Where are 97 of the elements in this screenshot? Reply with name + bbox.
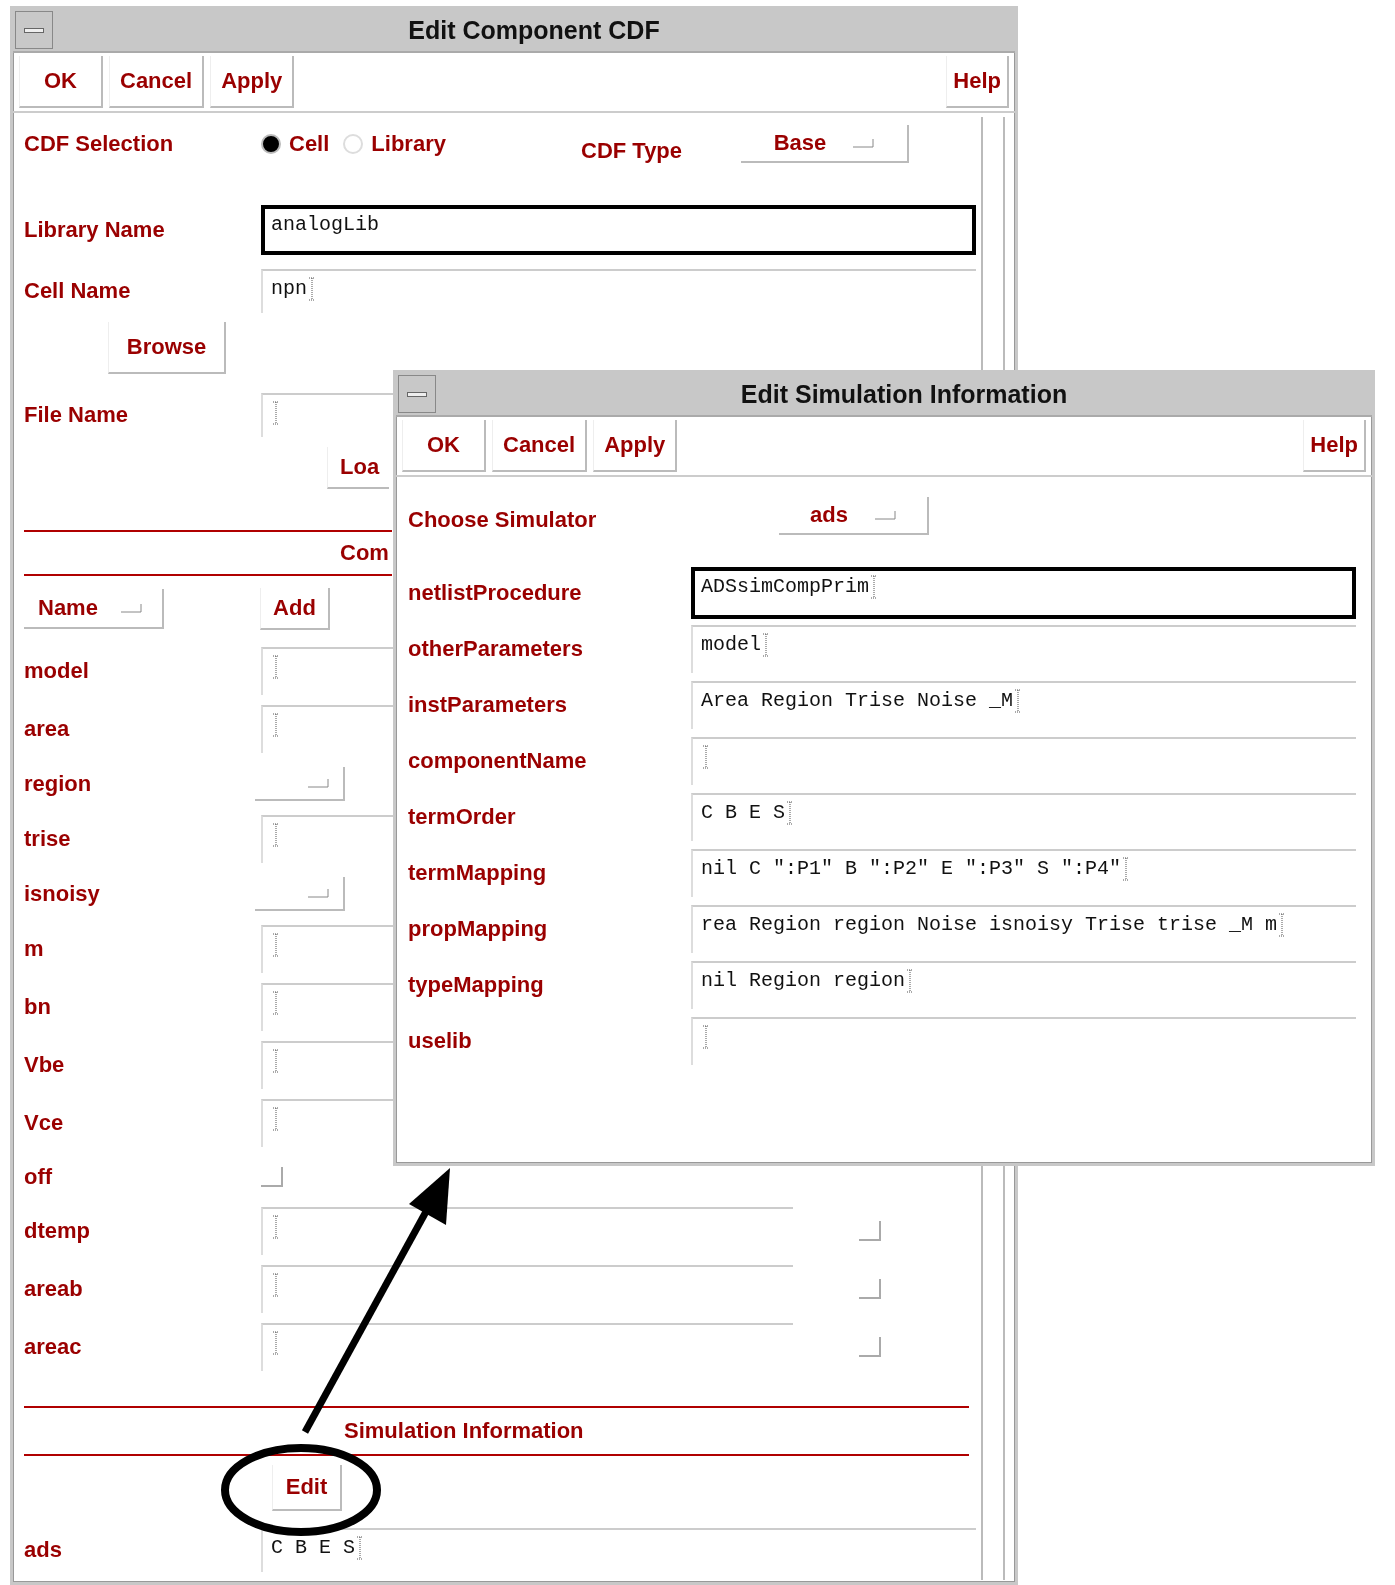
dropdown-indicator-icon bbox=[119, 603, 142, 613]
parameter-label: m bbox=[24, 936, 45, 962]
text-cursor-icon bbox=[1122, 857, 1131, 881]
text-cursor-icon bbox=[272, 1107, 280, 1131]
dropdown-indicator-icon bbox=[852, 138, 875, 148]
field-label: Library Name bbox=[24, 217, 166, 243]
text-field[interactable]: rea Region region Noise isnoisy Trise trise _M m bbox=[691, 905, 1356, 953]
field-label: propMapping bbox=[408, 916, 549, 942]
text-field[interactable]: nil C ":P1" B ":P2" E ":P3" S ":P4" bbox=[691, 849, 1356, 897]
text-cursor-icon bbox=[272, 823, 280, 847]
radio-option[interactable]: Cell bbox=[261, 131, 330, 157]
dropdown-indicator-icon bbox=[307, 888, 329, 898]
field-label: typeMapping bbox=[408, 972, 545, 998]
parameter-label: model bbox=[24, 658, 90, 684]
field-label: componentName bbox=[408, 748, 588, 774]
text-field[interactable]: Area Region Trise Noise _M bbox=[691, 681, 1356, 729]
checkbox[interactable] bbox=[859, 1279, 881, 1299]
text-cursor-icon bbox=[702, 1025, 710, 1049]
parameter-label: isnoisy bbox=[24, 881, 101, 907]
edit-button[interactable]: Edit bbox=[272, 1465, 342, 1511]
browse-button[interactable]: Browse bbox=[108, 322, 226, 374]
text-field[interactable]: analogLib bbox=[261, 205, 976, 255]
text-field[interactable] bbox=[261, 1265, 793, 1313]
field-label: CDF Type bbox=[581, 138, 684, 164]
field-label: termOrder bbox=[408, 804, 517, 830]
simulator-label: ads bbox=[24, 1537, 63, 1563]
field-label: netlistProcedure bbox=[408, 580, 583, 606]
dropdown-indicator-icon bbox=[873, 510, 896, 520]
field-label: otherParameters bbox=[408, 636, 584, 662]
parameter-label: Vce bbox=[24, 1110, 65, 1136]
text-cursor-icon bbox=[1014, 689, 1023, 713]
parameter-label: Vbe bbox=[24, 1052, 66, 1078]
dialog-button[interactable]: OK bbox=[402, 420, 486, 472]
text-cursor-icon bbox=[272, 1331, 280, 1355]
text-cursor-icon bbox=[272, 655, 280, 679]
parameter-label: bn bbox=[24, 994, 52, 1020]
window-title: Edit Simulation Information bbox=[740, 379, 1068, 409]
text-field[interactable]: npn bbox=[261, 269, 976, 313]
text-field[interactable]: C B E S bbox=[691, 793, 1356, 841]
text-field[interactable]: ADSsimCompPrim bbox=[691, 567, 1356, 619]
text-field[interactable] bbox=[691, 1017, 1356, 1065]
text-cursor-icon bbox=[308, 277, 316, 301]
text-field[interactable]: model bbox=[691, 625, 1356, 673]
text-cursor-icon bbox=[1278, 913, 1287, 937]
text-cursor-icon bbox=[272, 991, 280, 1015]
dialog-button[interactable]: Apply bbox=[210, 56, 295, 108]
parameter-label: area bbox=[24, 716, 71, 742]
window-menu-button[interactable] bbox=[398, 375, 436, 413]
text-cursor-icon bbox=[786, 801, 794, 825]
text-field[interactable] bbox=[691, 737, 1356, 785]
dialog-button[interactable]: Cancel bbox=[109, 56, 205, 108]
add-button[interactable]: Add bbox=[260, 588, 330, 630]
field-label: Cell Name bbox=[24, 278, 132, 304]
section-heading: Simulation Information bbox=[344, 1418, 584, 1444]
text-cursor-icon bbox=[702, 745, 710, 769]
window-title: Edit Component CDF bbox=[408, 15, 660, 45]
text-field[interactable]: C B E S bbox=[261, 1528, 976, 1572]
text-cursor-icon bbox=[906, 969, 915, 993]
text-cursor-icon bbox=[272, 1273, 280, 1297]
field-label: CDF Selection bbox=[24, 131, 175, 157]
sort-dropdown[interactable]: Name bbox=[24, 589, 164, 629]
text-cursor-icon bbox=[272, 1215, 280, 1239]
text-cursor-icon bbox=[272, 713, 280, 737]
load-button[interactable]: Loa bbox=[327, 447, 389, 489]
parameter-label: areac bbox=[24, 1334, 83, 1360]
help-button[interactable]: Help bbox=[1303, 420, 1366, 472]
parameter-label: region bbox=[24, 771, 93, 797]
simulator-dropdown[interactable]: ads bbox=[779, 497, 929, 535]
parameter-label: off bbox=[24, 1164, 54, 1190]
section-heading: Com bbox=[340, 540, 389, 566]
checkbox[interactable] bbox=[261, 1167, 283, 1187]
checkbox[interactable] bbox=[859, 1337, 881, 1357]
text-cursor-icon bbox=[272, 933, 280, 957]
parameter-label: trise bbox=[24, 826, 72, 852]
field-label: Choose Simulator bbox=[408, 507, 598, 533]
help-button[interactable]: Help bbox=[946, 56, 1009, 108]
field-label: File Name bbox=[24, 402, 129, 428]
dialog-button[interactable]: Cancel bbox=[492, 420, 588, 472]
parameter-label: dtemp bbox=[24, 1218, 91, 1244]
text-cursor-icon bbox=[272, 1049, 280, 1073]
field-label: termMapping bbox=[408, 860, 548, 886]
text-cursor-icon bbox=[272, 401, 280, 425]
text-cursor-icon bbox=[762, 633, 770, 657]
text-field[interactable]: nil Region region bbox=[691, 961, 1356, 1009]
field-label: uselib bbox=[408, 1028, 473, 1054]
window-menu-button[interactable] bbox=[15, 11, 53, 49]
text-field[interactable] bbox=[261, 1323, 793, 1371]
field-label: instParameters bbox=[408, 692, 568, 718]
dialog-button[interactable]: OK bbox=[19, 56, 103, 108]
parameter-label: areab bbox=[24, 1276, 84, 1302]
cdf-type-dropdown[interactable]: Base bbox=[741, 125, 909, 163]
text-cursor-icon bbox=[356, 1536, 364, 1560]
checkbox[interactable] bbox=[859, 1221, 881, 1241]
text-cursor-icon bbox=[870, 575, 879, 599]
radio-option[interactable]: Library bbox=[343, 131, 446, 157]
dialog-button[interactable]: Apply bbox=[593, 420, 678, 472]
dropdown-indicator-icon bbox=[307, 778, 329, 788]
